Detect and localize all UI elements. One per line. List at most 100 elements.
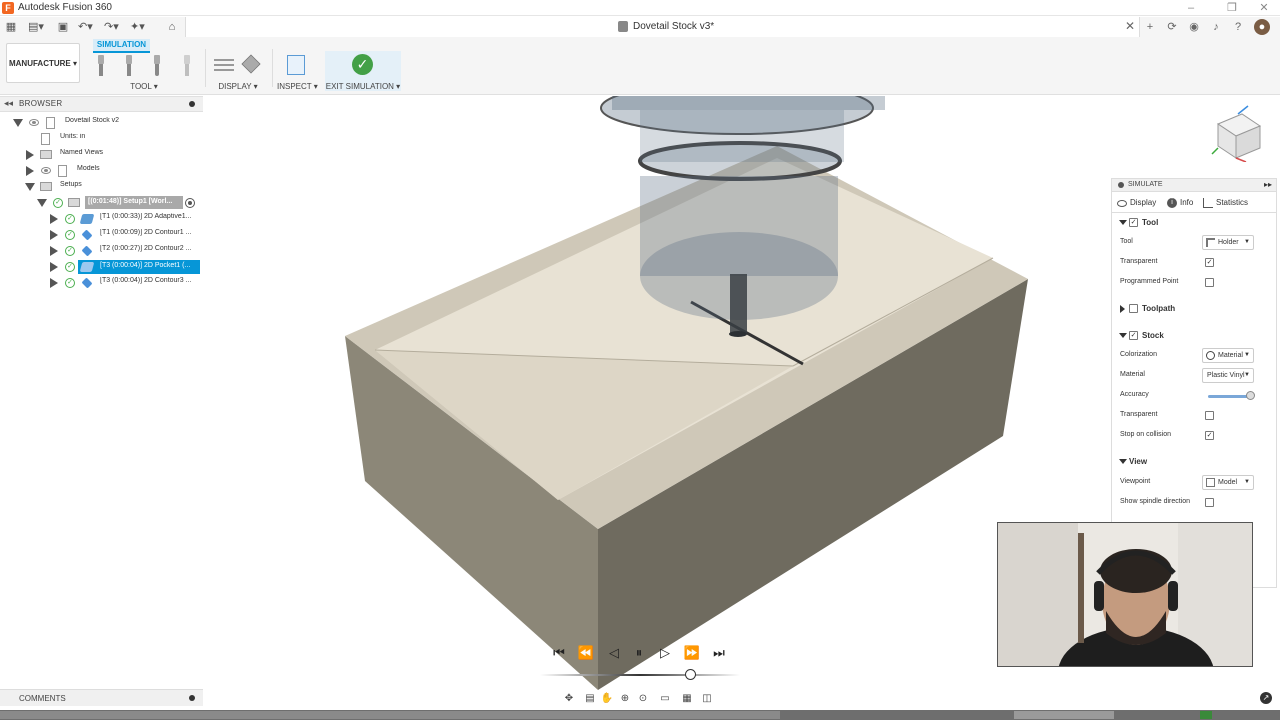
inspect-icon[interactable] <box>287 55 305 75</box>
pin-icon[interactable] <box>1118 182 1124 188</box>
stock-checkbox[interactable]: ✓ <box>1129 331 1138 340</box>
orbit-icon[interactable]: ✥ <box>562 692 576 705</box>
tree-item-setups[interactable]: Setups <box>0 179 203 195</box>
display-settings-icon[interactable]: ▭ <box>658 692 672 705</box>
view-section[interactable]: View <box>1112 453 1276 471</box>
expand-arrow-icon[interactable] <box>50 246 58 256</box>
expand-arrow-icon[interactable] <box>13 119 23 127</box>
toolpath-section[interactable]: Toolpath <box>1112 300 1276 318</box>
go-to-end-icon[interactable]: ⏭ <box>710 645 728 661</box>
help-icon[interactable]: ? <box>1230 19 1246 35</box>
tool-section[interactable]: ✓ Tool <box>1112 214 1276 232</box>
viewports-icon[interactable]: ◫ <box>700 692 714 705</box>
workspace-switcher-button[interactable]: MANUFACTURE ▾ <box>6 43 80 83</box>
spindle-direction-checkbox[interactable] <box>1205 498 1214 507</box>
tree-item-models[interactable]: Models <box>0 163 203 179</box>
viewcube-icon[interactable] <box>1208 104 1266 163</box>
tab-statistics[interactable]: Statistics <box>1200 193 1266 213</box>
pin-icon[interactable] <box>189 101 195 107</box>
user-avatar[interactable]: ● <box>1254 19 1270 35</box>
collapse-panel-icon[interactable]: ◂◂ <box>4 98 13 109</box>
notifications-bell-icon[interactable]: ♪ <box>1208 19 1224 35</box>
viewpoint-dropdown[interactable]: Model ▼ <box>1202 475 1254 490</box>
expand-arrow-icon[interactable] <box>50 262 58 272</box>
programmed-point-checkbox[interactable] <box>1205 278 1214 287</box>
save-icon[interactable]: ▣ <box>56 19 70 35</box>
redo-icon[interactable]: ↷▾ <box>104 19 119 35</box>
document-tab[interactable]: Dovetail Stock v3* ✕ <box>185 17 1140 37</box>
bull-nose-endmill-icon[interactable] <box>122 55 136 77</box>
go-to-start-icon[interactable]: ⏮ <box>550 645 568 661</box>
fit-zoom-icon[interactable]: ⊙ <box>636 692 650 705</box>
grid-settings-icon[interactable]: ▦ <box>680 692 694 705</box>
tree-item-operation[interactable]: ✓ [T1 (0:00:09)] 2D Contour1 ... <box>0 227 203 243</box>
next-operation-icon[interactable]: ⏩ <box>683 645 701 661</box>
tool-checkbox[interactable]: ✓ <box>1129 218 1138 227</box>
display-group-label[interactable]: DISPLAY ▾ <box>210 82 266 91</box>
zoom-icon[interactable]: ⊕ <box>618 692 632 705</box>
step-forward-icon[interactable]: ▷ <box>656 645 674 661</box>
tool-transparent-checkbox[interactable]: ✓ <box>1205 258 1214 267</box>
tab-simulation[interactable]: SIMULATION <box>93 39 150 53</box>
expand-arrow-icon[interactable] <box>37 199 47 207</box>
look-at-icon[interactable]: ▤ <box>583 692 597 705</box>
wcs-target-icon[interactable] <box>185 198 195 208</box>
close-tab-icon[interactable]: ✕ <box>1125 19 1135 33</box>
tool-group-label[interactable]: TOOL ▾ <box>92 82 196 91</box>
tree-item-operation[interactable]: ✓ [T2 (0:00:27)] 2D Contour2 ... <box>0 243 203 259</box>
previous-operation-icon[interactable]: ⏪ <box>577 645 595 661</box>
pin-icon[interactable] <box>189 695 195 701</box>
tree-item-operation[interactable]: ✓ [T3 (0:00:04)] 2D Contour3 ... <box>0 275 203 291</box>
tree-item-operation-selected[interactable]: ✓ [T3 (0:00:04)] 2D Pocket1 (... <box>0 259 203 275</box>
collapse-arrow-icon[interactable] <box>1119 459 1127 464</box>
tree-item-document[interactable]: Dovetail Stock v2 <box>0 115 203 131</box>
tree-item-setup1[interactable]: ✓ [(0:01:48)] Setup1 [Worl... <box>0 195 203 211</box>
extensions-icon[interactable]: ✦▾ <box>130 19 145 35</box>
new-tab-icon[interactable]: + <box>1142 19 1158 35</box>
extension-sync-icon[interactable]: ⟳ <box>1164 19 1180 35</box>
timeline-scrubber-knob[interactable] <box>684 669 696 680</box>
holder-icon[interactable] <box>180 55 194 77</box>
expand-panel-icon[interactable]: ▸▸ <box>1264 180 1272 189</box>
tree-item-operation[interactable]: ✓ [T1 (0:00:33)] 2D Adaptive1... <box>0 211 203 227</box>
data-panel-grid-icon[interactable]: ▦ <box>4 19 18 35</box>
expand-arrow-icon[interactable] <box>26 166 34 176</box>
stock-display-icon[interactable] <box>241 54 261 74</box>
text-commands-icon[interactable]: ↗ <box>1260 692 1272 704</box>
collapse-arrow-icon[interactable] <box>1119 333 1127 338</box>
tree-item-named-views[interactable]: Named Views <box>0 147 203 163</box>
expand-arrow-icon[interactable] <box>50 278 58 288</box>
stop-on-collision-checkbox[interactable]: ✓ <box>1205 431 1214 440</box>
comments-panel[interactable]: COMMENTS <box>0 689 203 706</box>
expand-arrow-icon[interactable] <box>25 183 35 191</box>
expand-arrow-icon[interactable] <box>50 230 58 240</box>
flat-endmill-icon[interactable] <box>94 55 108 77</box>
tab-info[interactable]: i Info <box>1164 193 1204 213</box>
ball-endmill-icon[interactable] <box>150 55 164 77</box>
undo-icon[interactable]: ↶▾ <box>78 19 93 35</box>
stock-section[interactable]: ✓ Stock <box>1112 327 1276 345</box>
close-window-button[interactable]: ✕ <box>1253 0 1275 16</box>
expand-arrow-icon[interactable] <box>26 150 34 160</box>
viewcube[interactable] <box>1208 104 1266 163</box>
material-dropdown[interactable]: Plastic Vinyl ▼ <box>1202 368 1254 383</box>
expand-arrow-icon[interactable] <box>1120 305 1125 313</box>
accuracy-slider-knob[interactable] <box>1245 391 1255 400</box>
tree-item-units[interactable]: Units: in <box>0 131 203 147</box>
exit-simulation-button[interactable]: ✓ EXIT SIMULATION ▾ <box>325 51 401 91</box>
simulation-timeline[interactable] <box>540 674 740 676</box>
lines-display-icon[interactable] <box>214 57 234 73</box>
visibility-eye-icon[interactable] <box>41 167 51 174</box>
collapse-arrow-icon[interactable] <box>1119 220 1127 225</box>
pan-hand-icon[interactable]: ✋ <box>600 692 614 705</box>
stock-transparent-checkbox[interactable] <box>1205 411 1214 420</box>
maximize-button[interactable]: ❐ <box>1221 0 1243 16</box>
step-back-icon[interactable]: ◁ <box>605 645 623 661</box>
expand-arrow-icon[interactable] <box>50 214 58 224</box>
tab-display[interactable]: Display <box>1114 193 1162 213</box>
toolpath-checkbox[interactable] <box>1129 304 1138 313</box>
home-icon[interactable]: ⌂ <box>165 19 179 35</box>
tool-dropdown[interactable]: Holder ▼ <box>1202 235 1254 250</box>
pause-icon[interactable]: ⏸ <box>630 645 648 661</box>
file-menu-icon[interactable]: ▤▾ <box>28 19 44 35</box>
